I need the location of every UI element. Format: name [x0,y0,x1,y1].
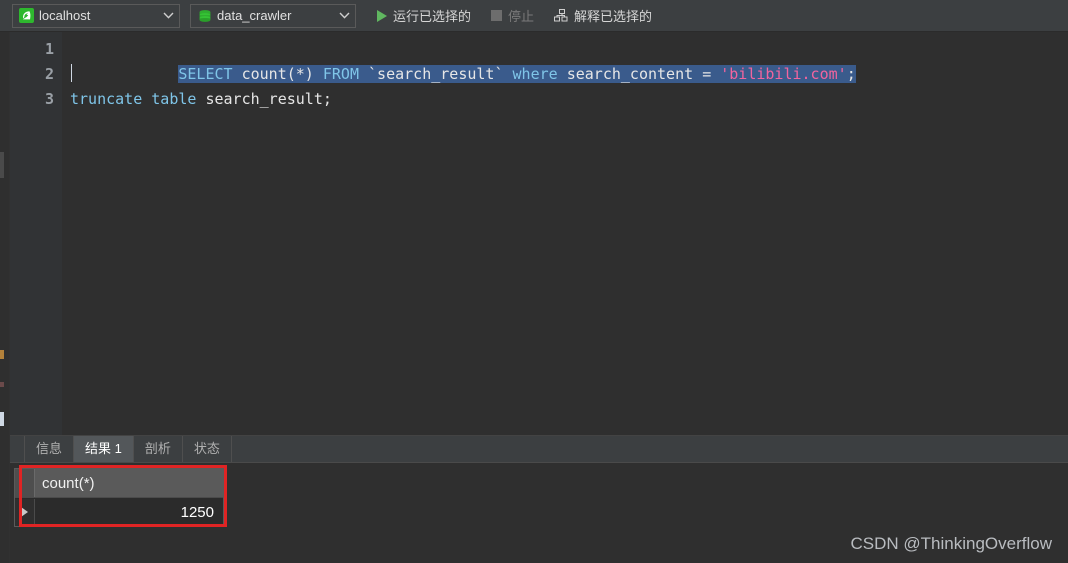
workspace: 1 2 3 SELECT count(*) FROM `search_resul… [0,32,1068,563]
current-row-arrow-icon [15,498,35,526]
sql-token-space [233,65,242,83]
sql-token-keyword: truncate [70,90,143,108]
sql-token-keyword: where [512,65,558,83]
explain-selected-label: 解释已选择的 [574,9,653,24]
run-selected-button[interactable]: 运行已选择的 [370,3,478,29]
tab-info[interactable]: 信息 [24,436,75,462]
line-number: 1 [44,40,54,58]
connection-selector[interactable]: localhost [12,3,180,28]
watermark-text: CSDN @ThinkingOverflow [850,534,1052,553]
grid-corner-cell [15,469,35,497]
cell-count-value[interactable]: 1250 [35,504,223,521]
connection-name: localhost [39,7,91,23]
database-icon [197,8,212,23]
editor-wrapper: 1 2 3 SELECT count(*) FROM `search_resul… [10,32,1068,563]
code-line-3[interactable]: truncate table search_result; [62,87,1068,112]
line-number-gutter: 1 2 3 [10,32,62,435]
toolbar: localhost data_crawler 运行已选择的 停止 解释已选择的 [0,0,1068,32]
left-rail-strip [0,32,10,563]
result-grid-pane: count(*) 1250 CSDN @ThinkingOverflow [10,463,1068,563]
table-row[interactable]: 1250 [15,497,223,526]
line-number: 3 [44,90,54,108]
sql-token-space [142,90,151,108]
line-number: 2 [44,65,54,83]
sql-editor[interactable]: 1 2 3 SELECT count(*) FROM `search_resul… [10,32,1068,435]
stop-label: 停止 [508,9,535,24]
sql-token-semicolon: ; [846,65,856,83]
chevron-down-icon[interactable] [335,12,353,19]
tab-result-1[interactable]: 结果 1 [73,436,134,462]
sql-token-space [711,65,720,83]
navicat-query-editor-window: localhost data_crawler 运行已选择的 停止 解释已选择的 … [0,0,1068,563]
tab-status[interactable]: 状态 [181,436,232,462]
navicat-connection-icon [19,8,34,23]
play-icon [377,9,387,22]
explain-plan-icon [554,9,568,23]
results-tab-bar: 信息 结果 1 剖析 状态 [10,436,1068,463]
sql-token-space [314,65,323,83]
sql-token-args: (*) [286,65,314,83]
sql-token-function: count [241,65,287,83]
results-panel: 信息 结果 1 剖析 状态 count(*) 1250 CSDN @Thinki… [10,435,1068,563]
result-grid-header: count(*) [15,469,223,497]
sql-token-string: 'bilibili.com' [720,65,847,83]
run-selected-label: 运行已选择的 [393,9,472,24]
selected-statement[interactable]: SELECT count(*) FROM `search_result` whe… [178,65,856,83]
database-name: data_crawler [217,7,292,23]
rail-marker [0,350,4,359]
sql-token-keyword: FROM [322,65,359,83]
stop-button: 停止 [484,3,541,29]
sql-token-space [504,65,513,83]
rail-marker [0,382,4,387]
text-caret [71,64,72,82]
row-arrow-triangle [21,507,28,517]
tab-profile[interactable]: 剖析 [132,436,183,462]
sql-token-operator: = [702,65,712,83]
sql-token-column: search_content [557,65,703,83]
sql-token-keyword: table [151,90,197,108]
code-line-1[interactable]: SELECT count(*) FROM `search_result` whe… [62,37,1068,83]
explain-selected-button[interactable]: 解释已选择的 [547,3,659,29]
chevron-down-icon[interactable] [159,12,177,19]
sql-code-area[interactable]: SELECT count(*) FROM `search_result` whe… [62,32,1068,435]
stop-icon [491,10,503,21]
sql-token-keyword: SELECT [178,65,233,83]
rail-marker [0,152,4,178]
sql-token-table: `search_result` [359,65,504,83]
column-header-count[interactable]: count(*) [35,475,223,492]
rail-marker [0,412,4,426]
result-grid[interactable]: count(*) 1250 [14,468,224,527]
database-selector[interactable]: data_crawler [190,3,356,28]
sql-token-table: search_result; [196,90,332,108]
